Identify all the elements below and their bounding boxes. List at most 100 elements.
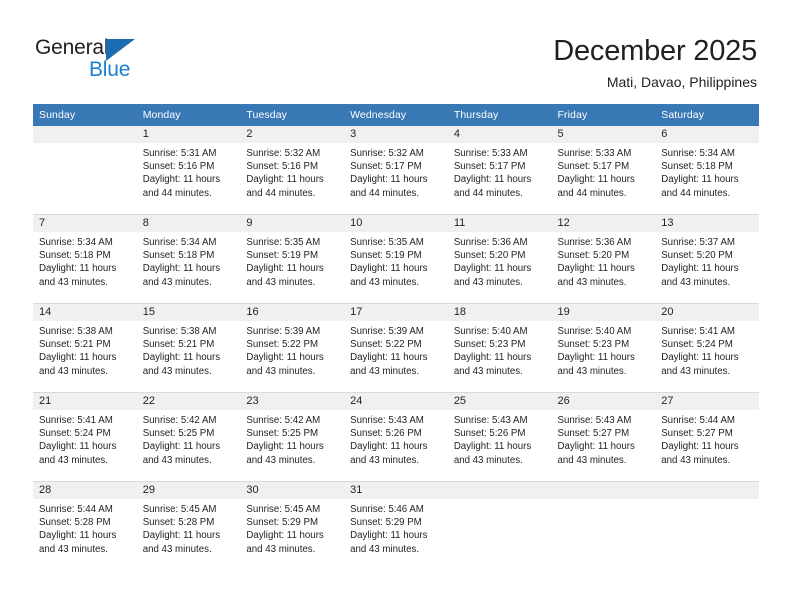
calendar-day-cell[interactable]: 26 Sunrise: 5:43 AM Sunset: 5:27 PM Dayligh… [551,393,656,481]
calendar-day-cell[interactable]: 24 Sunrise: 5:43 AM Sunset: 5:26 PM Dayligh… [344,393,448,481]
daylight-text-line2: and 44 minutes. [453,187,523,199]
calendar-day-cell[interactable]: 13 Sunrise: 5:37 AM Sunset: 5:20 PM Dayligh… [655,215,759,303]
sunrise-text: Sunrise: 5:39 AM [350,326,424,337]
sunrise-text: Sunrise: 5:41 AM [661,326,735,337]
sunrise-text: Sunrise: 5:32 AM [246,148,321,159]
daylight-text-line2: and 44 minutes. [246,187,316,199]
calendar-day-cell[interactable]: 19 Sunrise: 5:40 AM Sunset: 5:23 PM Dayligh… [551,304,656,392]
daylight-text-line2: and 43 minutes. [246,276,316,288]
daylight-text-line2: and 43 minutes. [661,276,731,288]
daylight-text-line1: Daylight: 11 hours [246,441,324,453]
sunset-text: Sunset: 5:29 PM [246,517,319,529]
daylight-text-line2: and 43 minutes. [39,543,108,555]
daylight-text-line1: Daylight: 11 hours [246,352,324,364]
calendar-day-cell[interactable]: 15 Sunrise: 5:38 AM Sunset: 5:21 PM Dayligh… [136,304,241,392]
calendar-day-cell-empty [551,482,656,570]
calendar-day-cell[interactable]: 28 Sunrise: 5:44 AM Sunset: 5:28 PM Dayligh… [33,482,137,570]
day-details: Sunrise: 5:36 AM Sunset: 5:20 PM Daylight:… [448,232,552,289]
calendar-day-cell[interactable]: 14 Sunrise: 5:38 AM Sunset: 5:21 PM Dayligh… [33,304,137,392]
calendar-day-cell[interactable]: 20 Sunrise: 5:41 AM Sunset: 5:24 PM Dayligh… [655,304,759,392]
sunset-text: Sunset: 5:17 PM [350,161,422,173]
calendar-day-cell[interactable]: 11 Sunrise: 5:36 AM Sunset: 5:20 PM Dayligh… [447,215,552,303]
calendar-week-row: 14 Sunrise: 5:38 AM Sunset: 5:21 PM Dayligh… [33,303,759,393]
calendar-day-cell[interactable]: 2 Sunrise: 5:32 AM Sunset: 5:16 PM Daylight… [240,126,345,214]
day-number: 21 [33,393,137,410]
day-details: Sunrise: 5:39 AM Sunset: 5:22 PM Daylight:… [240,321,344,378]
calendar-day-cell[interactable]: 16 Sunrise: 5:39 AM Sunset: 5:22 PM Dayligh… [240,304,345,392]
brand-logo[interactable]: General Blue [35,36,175,86]
day-details: Sunrise: 5:32 AM Sunset: 5:17 PM Daylight:… [344,143,448,200]
calendar-day-cell[interactable]: 9 Sunrise: 5:35 AM Sunset: 5:19 PM Daylight… [240,215,345,303]
calendar-day-cell[interactable]: 6 Sunrise: 5:34 AM Sunset: 5:18 PM Daylight… [655,126,759,214]
daylight-text-line2: and 43 minutes. [246,365,316,377]
title-block: December 2025 Mati, Davao, Philippines [553,34,757,91]
calendar-page: General Blue December 2025 Mati, Davao, … [0,0,792,612]
sunset-text: Sunset: 5:26 PM [453,428,526,440]
day-details: Sunrise: 5:34 AM Sunset: 5:18 PM Daylight:… [137,232,241,289]
sunrise-text: Sunrise: 5:44 AM [39,504,113,515]
sunrise-text: Sunrise: 5:38 AM [39,326,113,337]
weekday-header-thursday: Thursday [447,104,552,126]
sunset-text: Sunset: 5:22 PM [246,339,319,351]
day-details: Sunrise: 5:46 AM Sunset: 5:29 PM Daylight:… [344,499,448,556]
daylight-text-line1: Daylight: 11 hours [661,352,739,364]
calendar-day-cell[interactable]: 7 Sunrise: 5:34 AM Sunset: 5:18 PM Daylight… [33,215,137,303]
calendar-day-cell[interactable]: 17 Sunrise: 5:39 AM Sunset: 5:22 PM Dayligh… [344,304,448,392]
day-number: 22 [136,393,241,410]
sunrise-text: Sunrise: 5:42 AM [142,415,217,426]
calendar-day-cell-empty [33,126,137,214]
daylight-text-line1: Daylight: 11 hours [453,174,532,186]
sunrise-text: Sunrise: 5:45 AM [246,504,321,515]
sunrise-text: Sunrise: 5:40 AM [453,326,528,337]
daylight-text-line2: and 43 minutes. [142,276,212,288]
daylight-text-line2: and 43 minutes. [453,454,523,466]
day-details: Sunrise: 5:41 AM Sunset: 5:24 PM Daylight:… [655,321,759,378]
weekday-header-monday: Monday [136,104,241,126]
calendar-day-cell[interactable]: 8 Sunrise: 5:34 AM Sunset: 5:18 PM Daylight… [136,215,241,303]
daylight-text-line1: Daylight: 11 hours [350,174,428,186]
calendar-day-cell[interactable]: 3 Sunrise: 5:32 AM Sunset: 5:17 PM Daylight… [344,126,448,214]
day-details: Sunrise: 5:45 AM Sunset: 5:29 PM Daylight:… [240,499,344,556]
daylight-text-line1: Daylight: 11 hours [142,441,221,453]
sunrise-text: Sunrise: 5:41 AM [39,415,113,426]
sunrise-text: Sunrise: 5:34 AM [661,148,735,159]
daylight-text-line1: Daylight: 11 hours [246,530,324,542]
sunset-text: Sunset: 5:17 PM [453,161,526,173]
calendar-day-cell[interactable]: 5 Sunrise: 5:33 AM Sunset: 5:17 PM Daylight… [551,126,656,214]
day-number [551,482,656,499]
calendar-day-cell[interactable]: 27 Sunrise: 5:44 AM Sunset: 5:27 PM Dayligh… [655,393,759,481]
calendar-day-cell[interactable]: 18 Sunrise: 5:40 AM Sunset: 5:23 PM Dayligh… [447,304,552,392]
daylight-text-line2: and 43 minutes. [350,543,420,555]
sunset-text: Sunset: 5:22 PM [350,339,422,351]
sunset-text: Sunset: 5:27 PM [661,428,733,440]
sunrise-text: Sunrise: 5:36 AM [557,237,632,248]
daylight-text-line1: Daylight: 11 hours [142,352,221,364]
daylight-text-line2: and 43 minutes. [246,543,316,555]
calendar-day-cell[interactable]: 31 Sunrise: 5:46 AM Sunset: 5:29 PM Dayligh… [344,482,448,570]
sunrise-text: Sunrise: 5:45 AM [142,504,217,515]
daylight-text-line1: Daylight: 11 hours [142,263,221,275]
calendar-day-cell[interactable]: 22 Sunrise: 5:42 AM Sunset: 5:25 PM Dayligh… [136,393,241,481]
day-details: Sunrise: 5:43 AM Sunset: 5:26 PM Daylight:… [344,410,448,467]
calendar-day-cell[interactable]: 12 Sunrise: 5:36 AM Sunset: 5:20 PM Dayligh… [551,215,656,303]
calendar-day-cell[interactable]: 30 Sunrise: 5:45 AM Sunset: 5:29 PM Dayligh… [240,482,345,570]
sunset-text: Sunset: 5:21 PM [142,339,215,351]
calendar-day-cell[interactable]: 4 Sunrise: 5:33 AM Sunset: 5:17 PM Daylight… [447,126,552,214]
sunset-text: Sunset: 5:18 PM [39,250,111,262]
calendar-day-cell[interactable]: 29 Sunrise: 5:45 AM Sunset: 5:28 PM Dayligh… [136,482,241,570]
calendar-day-cell[interactable]: 10 Sunrise: 5:35 AM Sunset: 5:19 PM Dayligh… [344,215,448,303]
day-number: 29 [136,482,241,499]
weekday-header-saturday: Saturday [655,104,759,126]
calendar-day-cell[interactable]: 1 Sunrise: 5:31 AM Sunset: 5:16 PM Daylight… [136,126,241,214]
calendar-day-cell[interactable]: 25 Sunrise: 5:43 AM Sunset: 5:26 PM Dayligh… [447,393,552,481]
calendar-day-cell[interactable]: 21 Sunrise: 5:41 AM Sunset: 5:24 PM Dayligh… [33,393,137,481]
daylight-text-line2: and 44 minutes. [350,187,420,199]
page-subtitle: Mati, Davao, Philippines [606,74,757,90]
calendar-day-cell[interactable]: 23 Sunrise: 5:42 AM Sunset: 5:25 PM Dayligh… [240,393,345,481]
calendar-day-cell-empty [655,482,759,570]
sunset-text: Sunset: 5:29 PM [350,517,422,529]
sunrise-text: Sunrise: 5:31 AM [142,148,217,159]
day-details: Sunrise: 5:34 AM Sunset: 5:18 PM Daylight:… [33,232,137,289]
daylight-text-line1: Daylight: 11 hours [350,352,428,364]
sunrise-text: Sunrise: 5:44 AM [661,415,735,426]
